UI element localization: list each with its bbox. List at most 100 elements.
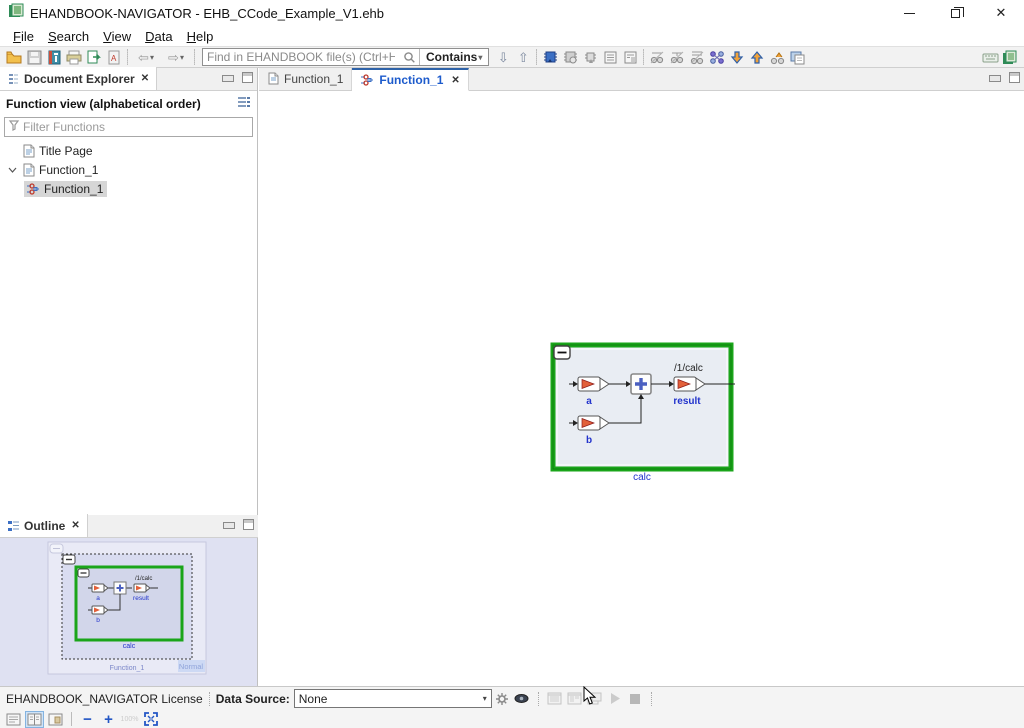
split-view-icon[interactable] <box>25 711 44 728</box>
print-icon[interactable] <box>64 48 84 66</box>
zoom-in-button[interactable]: + <box>99 711 118 728</box>
maximize-editor-icon[interactable] <box>1009 72 1020 83</box>
svg-text:/1/calc: /1/calc <box>135 576 152 582</box>
main-toolbar: A ⇦▾ ⇨▾ Contains▾ ⇩ ⇧ <box>0 46 1024 68</box>
svg-text:A: A <box>111 54 117 63</box>
filter-icon <box>8 118 20 136</box>
goto-parent-icon[interactable] <box>767 48 787 66</box>
menu-view[interactable]: View <box>96 27 138 46</box>
function-compact-icon[interactable] <box>580 48 600 66</box>
jump-up-icon[interactable]: ⇧ <box>513 48 533 66</box>
tree-expander-icon[interactable] <box>6 167 18 173</box>
svg-text:Function_1: Function_1 <box>110 665 145 672</box>
tab-function1-document[interactable]: Function_1 <box>259 67 352 90</box>
svg-text:calc: calc <box>633 472 651 483</box>
close-tab-icon[interactable]: ✕ <box>451 75 459 86</box>
editor-tab-bar: Function_1 Function_1 ✕ <box>259 68 1024 91</box>
outline-zoom-badge: Normal <box>179 662 204 671</box>
tree-item-label: Function_1 <box>39 163 98 177</box>
contains-dropdown[interactable]: Contains▾ <box>420 50 488 64</box>
menu-file[interactable]: File <box>6 27 41 46</box>
back-history-icon: ▾ <box>150 53 154 62</box>
editor-area: Function_1 Function_1 ✕ <box>259 68 1024 686</box>
open-file-icon[interactable] <box>4 48 24 66</box>
title-bar: EHANDBOOK-NAVIGATOR - EHB_CCode_Example_… <box>0 0 1024 26</box>
collapse-block-icon <box>554 346 570 359</box>
restore-window-icon[interactable] <box>932 0 978 26</box>
ebook-info-icon[interactable] <box>44 48 64 66</box>
menu-search[interactable]: Search <box>41 27 96 46</box>
function-tree: Title Page Function_1 Function_1 <box>0 141 257 198</box>
maximize-panel-icon[interactable] <box>243 519 254 530</box>
tab-label: Function_1 <box>284 72 343 86</box>
tree-item-function1[interactable]: Function_1 <box>0 160 257 179</box>
filter-functions-input[interactable] <box>20 120 252 134</box>
tab-outline[interactable]: Outline ✕ <box>0 514 88 537</box>
save-icon[interactable] <box>24 48 44 66</box>
forward-icon[interactable]: ⇨▾ <box>161 48 191 66</box>
shortcuts-icon[interactable] <box>980 48 1000 66</box>
handbook-icon[interactable] <box>1000 48 1020 66</box>
svg-text:b: b <box>96 617 100 624</box>
find-input[interactable] <box>203 49 399 65</box>
hierarchy-collapse-icon[interactable] <box>647 48 667 66</box>
outline-body[interactable]: /1/calc a b result calc Function_1 Norma… <box>0 538 257 686</box>
tab-label: Function_1 <box>379 73 443 87</box>
tab-function1-diagram[interactable]: Function_1 ✕ <box>352 68 468 91</box>
connections-icon[interactable] <box>707 48 727 66</box>
search-icon[interactable] <box>399 48 419 66</box>
export-icon[interactable] <box>84 48 104 66</box>
zoom-reset-button[interactable]: 100% <box>120 711 139 728</box>
view-menu-icon[interactable] <box>237 95 251 113</box>
back-icon[interactable]: ⇦▾ <box>131 48 161 66</box>
left-column: Document Explorer ✕ Function view (alpha… <box>0 68 258 686</box>
minimize-editor-icon[interactable] <box>989 75 1001 82</box>
calc-function-block: /1/calc a b result calc <box>543 336 1023 496</box>
svg-text:a: a <box>96 595 100 602</box>
calibrate-window-icon <box>566 690 584 708</box>
menu-data[interactable]: Data <box>138 27 179 46</box>
diagram-canvas[interactable]: /1/calc a b result calc <box>259 91 1024 686</box>
tree-item-label: Title Page <box>39 144 93 158</box>
close-outline-icon[interactable]: ✕ <box>71 520 79 531</box>
function-view-blue-icon[interactable] <box>540 48 560 66</box>
tree-item-function1-diagram[interactable]: Function_1 <box>0 179 257 198</box>
minimize-panel-icon[interactable] <box>223 522 235 529</box>
zoom-out-button[interactable]: − <box>78 711 97 728</box>
hierarchy-levels-icon[interactable] <box>687 48 707 66</box>
minimize-window-icon[interactable] <box>886 0 932 26</box>
jump-down-icon[interactable]: ⇩ <box>493 48 513 66</box>
app-window: EHANDBOOK-NAVIGATOR - EHB_CCode_Example_… <box>0 0 1024 728</box>
report-view-icon[interactable] <box>620 48 640 66</box>
menu-help[interactable]: Help <box>180 27 221 46</box>
find-box: Contains▾ <box>202 48 489 66</box>
close-window-icon[interactable]: ✕ <box>978 0 1024 26</box>
outline-tab-bar: Outline ✕ <box>0 515 258 538</box>
drill-up-icon[interactable] <box>747 48 767 66</box>
tree-item-title-page[interactable]: Title Page <box>0 141 257 160</box>
hierarchy-expand-icon[interactable] <box>667 48 687 66</box>
drill-down-icon[interactable] <box>727 48 747 66</box>
explorer-tree-icon <box>7 73 20 85</box>
maximize-panel-icon[interactable] <box>242 72 253 83</box>
tab-document-explorer[interactable]: Document Explorer ✕ <box>0 67 157 90</box>
single-page-view-icon[interactable] <box>4 711 23 728</box>
page-icon <box>22 163 35 177</box>
function-view-gray-icon[interactable] <box>560 48 580 66</box>
measure-window-icon <box>546 690 564 708</box>
minimize-panel-icon[interactable] <box>222 75 234 82</box>
visualization-icon[interactable] <box>513 690 531 708</box>
data-source-select[interactable]: None ▾ <box>294 689 492 708</box>
license-status: EHANDBOOK_NAVIGATOR License <box>6 692 203 706</box>
outline-icon <box>7 520 20 532</box>
copy-view-icon[interactable] <box>787 48 807 66</box>
fit-to-screen-button[interactable] <box>141 711 160 728</box>
data-source-label: Data Source: <box>216 692 290 706</box>
pdf-export-icon[interactable]: A <box>104 48 124 66</box>
close-explorer-icon[interactable]: ✕ <box>141 73 149 84</box>
list-view-icon[interactable] <box>600 48 620 66</box>
page-outline-view-icon[interactable] <box>46 711 65 728</box>
filter-box <box>4 117 253 137</box>
data-source-settings-icon[interactable] <box>493 690 511 708</box>
window-title: EHANDBOOK-NAVIGATOR - EHB_CCode_Example_… <box>30 6 384 21</box>
